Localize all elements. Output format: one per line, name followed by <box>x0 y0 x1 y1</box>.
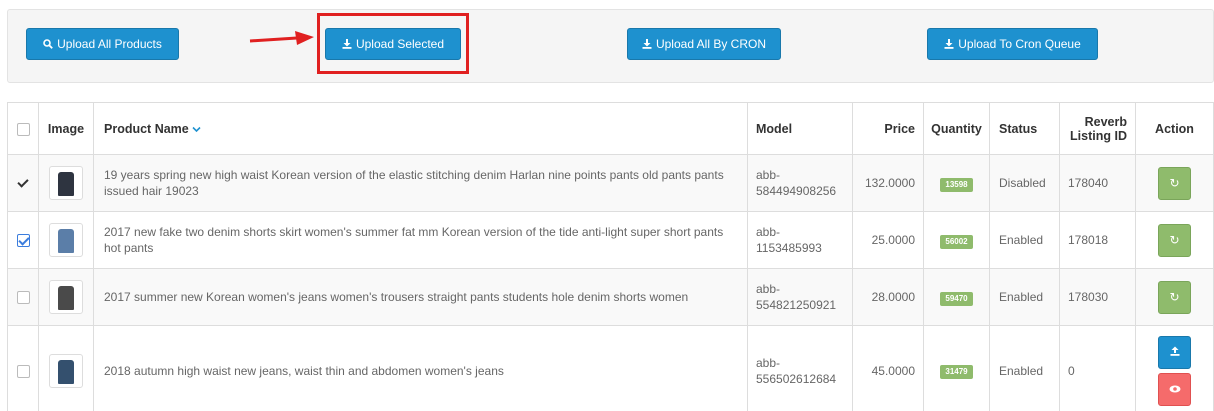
upload-all-by-cron-button[interactable]: Upload All By CRON <box>627 28 781 60</box>
quantity-badge: 59470 <box>940 291 973 306</box>
image-column-header: Image <box>38 102 94 155</box>
product-thumbnail <box>49 166 83 200</box>
sync-button[interactable]: ↻ <box>1158 280 1191 314</box>
product-thumbnail <box>49 353 83 388</box>
sync-button[interactable]: ↻ <box>1158 223 1191 257</box>
upload-selected-label: Upload Selected <box>355 37 445 51</box>
eye-icon <box>1169 381 1181 397</box>
select-all-cell <box>7 102 39 155</box>
quantity-badge: 13598 <box>940 177 973 192</box>
reverb-listing-id: 178030 <box>1059 268 1136 326</box>
refresh-icon: ↻ <box>1169 176 1180 190</box>
table-row: 2017 summer new Korean women's jeans wom… <box>7 268 1214 326</box>
row-select-checkbox[interactable] <box>16 234 30 248</box>
search-icon <box>43 39 53 49</box>
reverb-listing-id: 178040 <box>1059 154 1136 212</box>
quantity-badge: 56002 <box>940 234 973 249</box>
refresh-icon: ↻ <box>1169 233 1180 247</box>
row-select-checkbox[interactable] <box>16 364 30 378</box>
product-name: 2017 new fake two denim shorts skirt wom… <box>93 211 748 269</box>
action-column-header: Action <box>1135 102 1214 155</box>
refresh-icon: ↻ <box>1169 290 1180 304</box>
product-status: Disabled <box>989 154 1060 212</box>
product-name: 2018 autumn high waist new jeans, waist … <box>93 325 748 411</box>
download-icon <box>944 39 954 49</box>
upload-all-by-cron-label: Upload All By CRON <box>655 37 767 51</box>
sync-button[interactable]: ↻ <box>1158 166 1191 200</box>
view-button[interactable] <box>1158 372 1191 406</box>
product-price: 132.0000 <box>852 154 924 212</box>
quantity-column-header[interactable]: Quantity <box>923 102 990 155</box>
upload-to-cron-queue-label: Upload To Cron Queue <box>958 37 1081 51</box>
price-column-header[interactable]: Price <box>852 102 924 155</box>
product-model: abb-1153485993 <box>747 211 853 269</box>
product-status: Enabled <box>989 211 1060 269</box>
product-thumbnail <box>49 280 83 314</box>
reverb-listing-id: 0 <box>1059 325 1136 411</box>
product-model: abb-554821250921 <box>747 268 853 326</box>
product-price: 28.0000 <box>852 268 924 326</box>
reverb-listing-id: 178018 <box>1059 211 1136 269</box>
upload-all-products-label: Upload All Products <box>57 37 162 51</box>
product-name-header-label: Product Name <box>104 121 189 136</box>
upload-icon <box>1170 344 1180 360</box>
download-icon <box>342 39 352 49</box>
table-row: 2018 autumn high waist new jeans, waist … <box>7 325 1214 411</box>
product-status: Enabled <box>989 268 1060 326</box>
product-model: abb-584494908256 <box>747 154 853 212</box>
product-table: Image Product Name Model Price Quantity … <box>7 102 1214 411</box>
product-name: 19 years spring new high waist Korean ve… <box>93 154 748 212</box>
product-thumbnail <box>49 223 83 257</box>
table-header-row: Image Product Name Model Price Quantity … <box>7 102 1214 155</box>
model-column-header[interactable]: Model <box>747 102 853 155</box>
select-all-checkbox[interactable] <box>16 122 30 136</box>
row-select-checkbox[interactable] <box>16 291 30 305</box>
table-row: 19 years spring new high waist Korean ve… <box>7 154 1214 212</box>
status-column-header[interactable]: Status <box>989 102 1060 155</box>
product-model: abb-556502612684 <box>747 325 853 411</box>
product-name-column-header[interactable]: Product Name <box>93 102 748 155</box>
upload-selected-button[interactable]: Upload Selected <box>325 28 461 60</box>
upload-all-products-button[interactable]: Upload All Products <box>26 28 179 60</box>
download-icon <box>642 39 652 49</box>
arrow-icon <box>249 31 314 45</box>
product-name: 2017 summer new Korean women's jeans wom… <box>93 268 748 326</box>
table-row: 2017 new fake two denim shorts skirt wom… <box>7 211 1214 269</box>
quantity-badge: 31479 <box>940 365 973 379</box>
product-status: Enabled <box>989 325 1060 411</box>
product-price: 45.0000 <box>852 325 924 411</box>
upload-button[interactable] <box>1158 335 1191 369</box>
reverb-listing-id-column-header: Reverb Listing ID <box>1059 102 1136 155</box>
upload-to-cron-queue-button[interactable]: Upload To Cron Queue <box>927 28 1098 60</box>
row-select-checkbox[interactable] <box>17 177 30 190</box>
chevron-down-icon <box>192 122 201 136</box>
product-price: 25.0000 <box>852 211 924 269</box>
